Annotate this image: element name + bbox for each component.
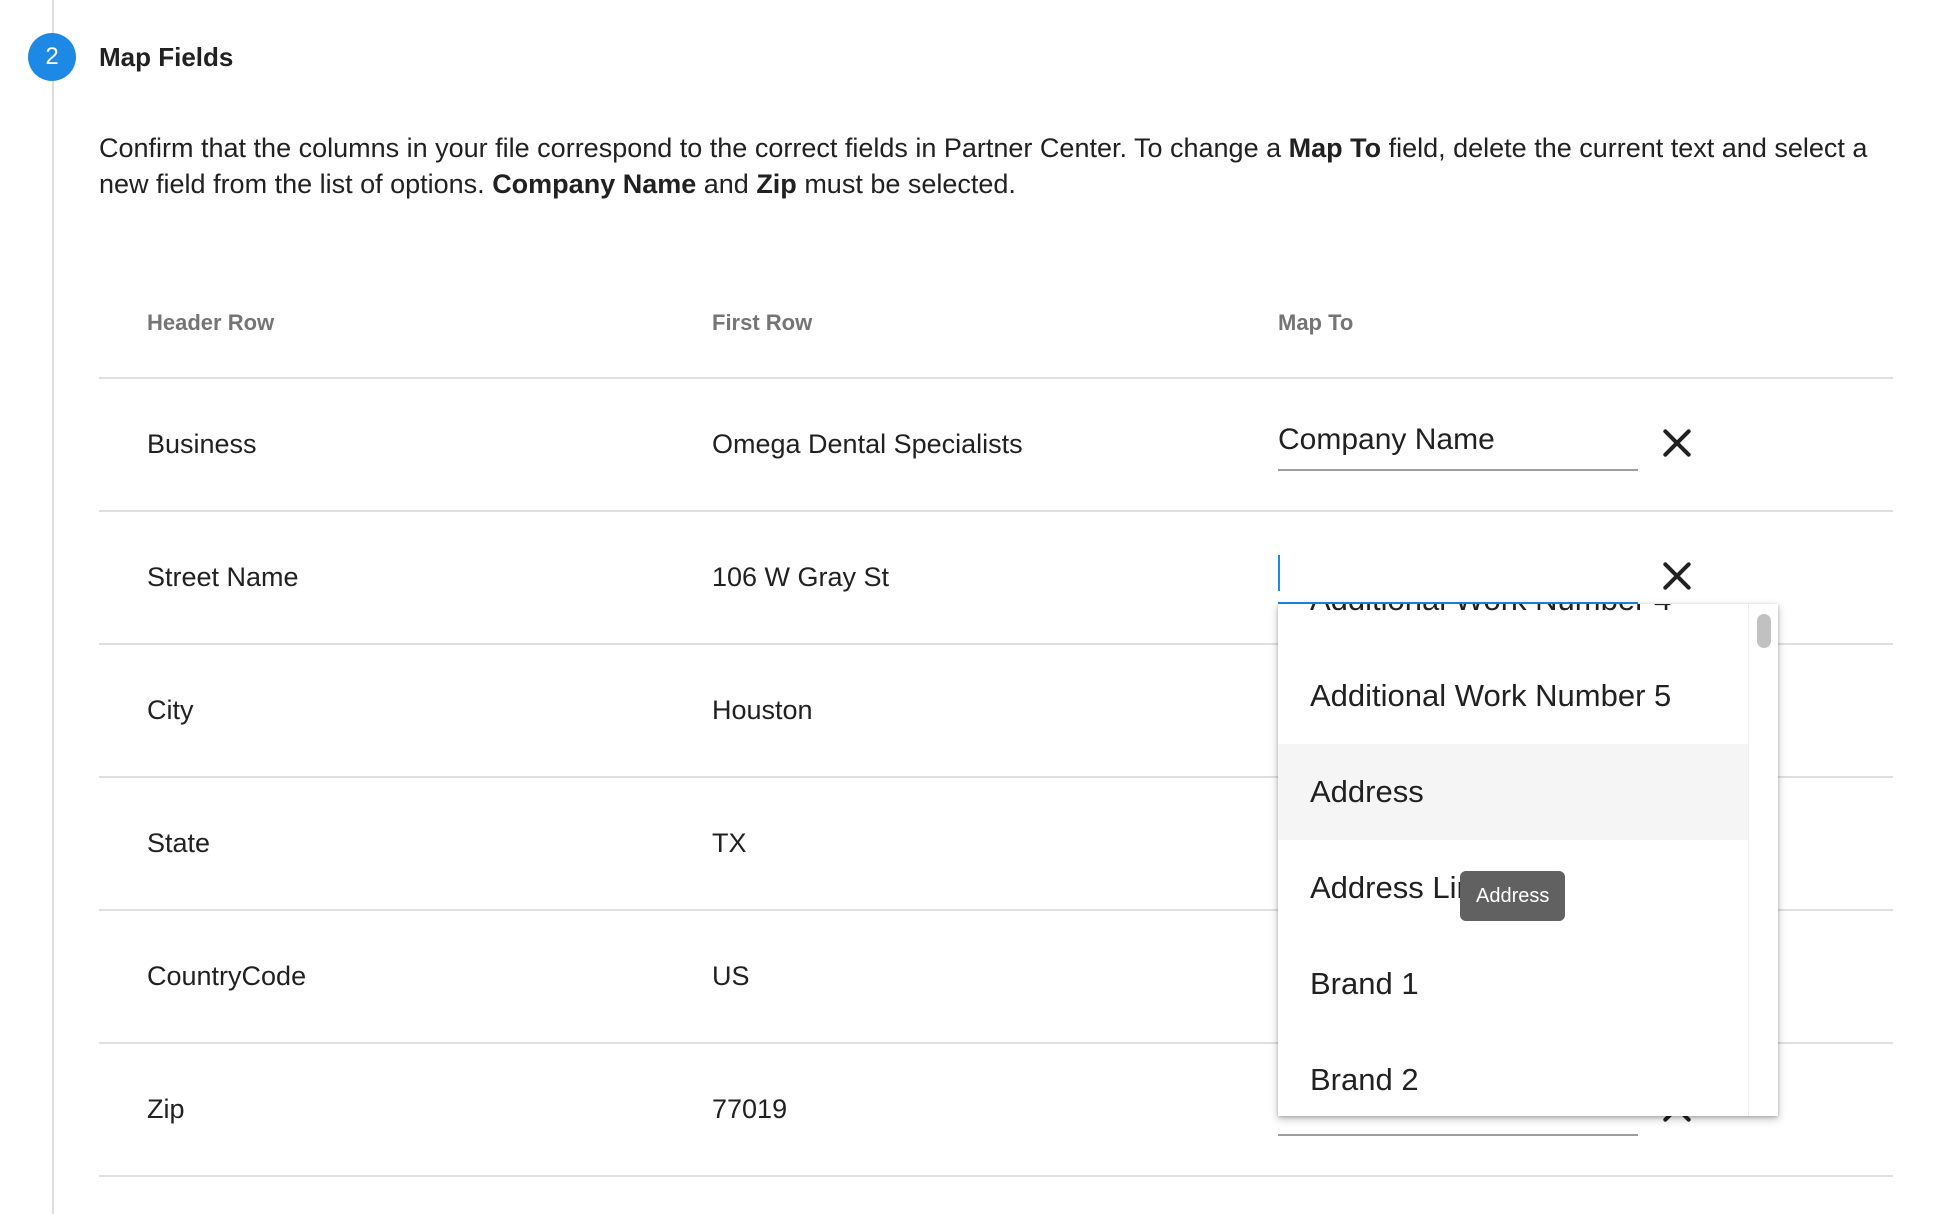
map-to-input[interactable] xyxy=(1278,550,1638,604)
header-cell: Zip xyxy=(147,1094,185,1124)
stepper-rail xyxy=(52,0,54,1214)
column-header-map-to: Map To xyxy=(1278,310,1354,335)
header-cell: State xyxy=(147,828,211,858)
first-row-cell: US xyxy=(712,961,750,991)
header-cell: CountryCode xyxy=(147,961,307,991)
dropdown-scrollbar[interactable] xyxy=(1748,604,1778,1116)
table-row: Business Omega Dental Specialists Compan… xyxy=(99,379,1893,512)
option-address[interactable]: Address xyxy=(1278,744,1748,840)
header-cell: City xyxy=(147,695,194,725)
option-additional-work-number-4[interactable]: Additional Work Number 4 xyxy=(1278,604,1748,648)
map-to-value: Company Name xyxy=(1278,423,1495,456)
first-row-cell: TX xyxy=(712,828,747,858)
close-icon[interactable] xyxy=(1657,556,1697,596)
header-cell: Business xyxy=(147,429,257,459)
step-number-badge: 2 xyxy=(28,33,76,81)
map-to-input[interactable]: Company Name xyxy=(1278,417,1638,471)
table-header: Header Row First Row Map To xyxy=(99,290,1893,379)
option-brand-1[interactable]: Brand 1 xyxy=(1278,936,1748,1032)
address-tooltip: Address xyxy=(1460,871,1566,921)
header-cell: Street Name xyxy=(147,562,299,592)
column-header-header-row: Header Row xyxy=(147,310,275,335)
option-brand-2[interactable]: Brand 2 xyxy=(1278,1032,1748,1116)
map-to-options-dropdown[interactable]: Additional Work Number 4 Additional Work… xyxy=(1278,604,1778,1116)
scrollbar-thumb[interactable] xyxy=(1757,614,1771,648)
step-title: Map Fields xyxy=(99,42,234,72)
first-row-cell: Omega Dental Specialists xyxy=(712,429,1023,459)
options-list: Additional Work Number 4 Additional Work… xyxy=(1278,604,1748,1116)
instructions-text: Confirm that the columns in your file co… xyxy=(99,133,1868,199)
close-icon[interactable] xyxy=(1657,423,1697,463)
option-additional-work-number-5[interactable]: Additional Work Number 5 xyxy=(1278,648,1748,744)
text-caret xyxy=(1278,555,1280,591)
column-header-first-row: First Row xyxy=(712,310,813,335)
map-fields-step: 2 Map Fields Confirm that the columns in… xyxy=(0,0,1942,1214)
first-row-cell: 77019 xyxy=(712,1094,788,1124)
first-row-cell: Houston xyxy=(712,695,813,725)
first-row-cell: 106 W Gray St xyxy=(712,562,890,592)
